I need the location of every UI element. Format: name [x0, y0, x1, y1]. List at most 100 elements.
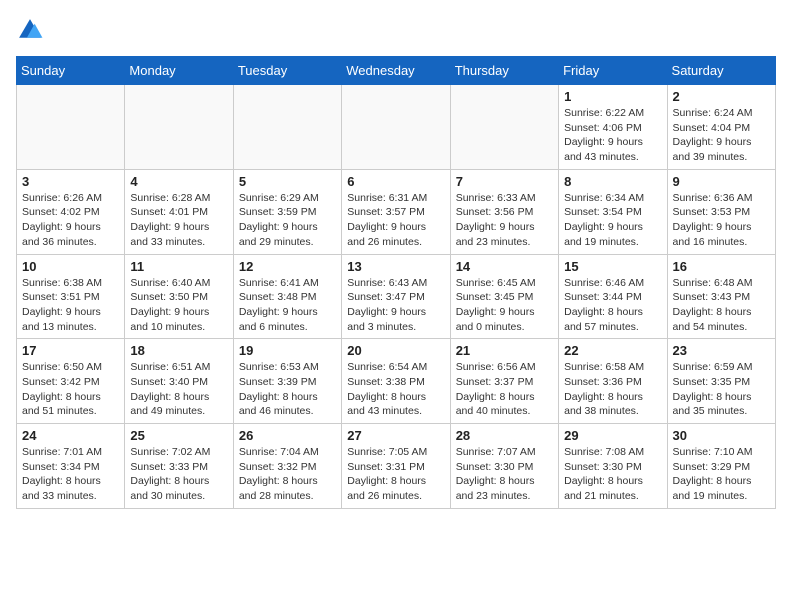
day-cell: 27 Sunrise: 7:05 AMSunset: 3:31 PMDayligh…: [342, 424, 450, 509]
day-cell: 20 Sunrise: 6:54 AMSunset: 3:38 PMDayligh…: [342, 339, 450, 424]
day-info: Sunrise: 6:53 AMSunset: 3:39 PMDaylight:…: [239, 360, 336, 419]
day-cell: 15Sunrise: 6:46 AMSunset: 3:44 PMDayligh…: [559, 254, 667, 339]
day-number: 30: [673, 428, 770, 443]
weekday-header-wednesday: Wednesday: [342, 57, 450, 85]
day-info: Sunrise: 7:10 AMSunset: 3:29 PMDaylight:…: [673, 445, 770, 504]
weekday-header-row: SundayMondayTuesdayWednesdayThursdayFrid…: [17, 57, 776, 85]
day-cell: [17, 85, 125, 170]
day-cell: 18 Sunrise: 6:51 AMSunset: 3:40 PMDayligh…: [125, 339, 233, 424]
day-info: Sunrise: 6:48 AMSunset: 3:43 PMDaylight:…: [673, 276, 770, 335]
weekday-header-sunday: Sunday: [17, 57, 125, 85]
day-cell: 14 Sunrise: 6:45 AMSunset: 3:45 PMDayligh…: [450, 254, 558, 339]
day-cell: [342, 85, 450, 170]
day-number: 23: [673, 343, 770, 358]
day-number: 5: [239, 174, 336, 189]
logo: [16, 16, 48, 44]
day-info: Sunrise: 6:43 AMSunset: 3:47 PMDaylight:…: [347, 276, 444, 335]
day-number: 16: [673, 259, 770, 274]
day-info: Sunrise: 6:41 AMSunset: 3:48 PMDaylight:…: [239, 276, 336, 335]
day-info: Sunrise: 6:38 AMSunset: 3:51 PMDaylight:…: [22, 276, 119, 335]
day-info: Sunrise: 6:33 AMSunset: 3:56 PMDaylight:…: [456, 191, 553, 250]
day-cell: 24 Sunrise: 7:01 AMSunset: 3:34 PMDayligh…: [17, 424, 125, 509]
day-cell: 16 Sunrise: 6:48 AMSunset: 3:43 PMDayligh…: [667, 254, 775, 339]
day-info: Sunrise: 6:36 AMSunset: 3:53 PMDaylight:…: [673, 191, 770, 250]
day-info: Sunrise: 7:07 AMSunset: 3:30 PMDaylight:…: [456, 445, 553, 504]
day-number: 1: [564, 89, 661, 104]
day-number: 24: [22, 428, 119, 443]
day-cell: 12 Sunrise: 6:41 AMSunset: 3:48 PMDayligh…: [233, 254, 341, 339]
day-info: Sunrise: 6:50 AMSunset: 3:42 PMDaylight:…: [22, 360, 119, 419]
day-cell: 9 Sunrise: 6:36 AMSunset: 3:53 PMDaylight…: [667, 169, 775, 254]
day-number: 12: [239, 259, 336, 274]
day-cell: [233, 85, 341, 170]
day-number: 4: [130, 174, 227, 189]
day-info: Sunrise: 6:45 AMSunset: 3:45 PMDaylight:…: [456, 276, 553, 335]
day-cell: 22 Sunrise: 6:58 AMSunset: 3:36 PMDayligh…: [559, 339, 667, 424]
day-cell: 25Sunrise: 7:02 AMSunset: 3:33 PMDayligh…: [125, 424, 233, 509]
day-cell: 13 Sunrise: 6:43 AMSunset: 3:47 PMDayligh…: [342, 254, 450, 339]
day-number: 19: [239, 343, 336, 358]
day-number: 27: [347, 428, 444, 443]
day-info: Sunrise: 6:34 AMSunset: 3:54 PMDaylight:…: [564, 191, 661, 250]
day-cell: 10Sunrise: 6:38 AMSunset: 3:51 PMDayligh…: [17, 254, 125, 339]
day-cell: 23 Sunrise: 6:59 AMSunset: 3:35 PMDayligh…: [667, 339, 775, 424]
day-cell: [450, 85, 558, 170]
day-number: 2: [673, 89, 770, 104]
day-info: Sunrise: 7:05 AMSunset: 3:31 PMDaylight:…: [347, 445, 444, 504]
day-number: 17: [22, 343, 119, 358]
day-number: 21: [456, 343, 553, 358]
day-number: 14: [456, 259, 553, 274]
calendar-table: SundayMondayTuesdayWednesdayThursdayFrid…: [16, 56, 776, 509]
day-info: Sunrise: 6:51 AMSunset: 3:40 PMDaylight:…: [130, 360, 227, 419]
day-info: Sunrise: 6:59 AMSunset: 3:35 PMDaylight:…: [673, 360, 770, 419]
day-cell: 30 Sunrise: 7:10 AMSunset: 3:29 PMDayligh…: [667, 424, 775, 509]
page-header: [16, 16, 776, 44]
day-number: 9: [673, 174, 770, 189]
week-row-2: 10Sunrise: 6:38 AMSunset: 3:51 PMDayligh…: [17, 254, 776, 339]
day-number: 8: [564, 174, 661, 189]
day-number: 28: [456, 428, 553, 443]
weekday-header-friday: Friday: [559, 57, 667, 85]
day-info: Sunrise: 6:56 AMSunset: 3:37 PMDaylight:…: [456, 360, 553, 419]
weekday-header-saturday: Saturday: [667, 57, 775, 85]
weekday-header-thursday: Thursday: [450, 57, 558, 85]
day-cell: 4 Sunrise: 6:28 AMSunset: 4:01 PMDaylight…: [125, 169, 233, 254]
week-row-0: 1 Sunrise: 6:22 AMSunset: 4:06 PMDaylight…: [17, 85, 776, 170]
day-info: Sunrise: 6:29 AMSunset: 3:59 PMDaylight:…: [239, 191, 336, 250]
weekday-header-tuesday: Tuesday: [233, 57, 341, 85]
day-info: Sunrise: 6:26 AMSunset: 4:02 PMDaylight:…: [22, 191, 119, 250]
day-info: Sunrise: 6:31 AMSunset: 3:57 PMDaylight:…: [347, 191, 444, 250]
day-cell: 5 Sunrise: 6:29 AMSunset: 3:59 PMDaylight…: [233, 169, 341, 254]
day-info: Sunrise: 6:22 AMSunset: 4:06 PMDaylight:…: [564, 106, 661, 165]
day-number: 6: [347, 174, 444, 189]
day-info: Sunrise: 7:04 AMSunset: 3:32 PMDaylight:…: [239, 445, 336, 504]
day-number: 20: [347, 343, 444, 358]
day-cell: 6 Sunrise: 6:31 AMSunset: 3:57 PMDaylight…: [342, 169, 450, 254]
day-info: Sunrise: 6:54 AMSunset: 3:38 PMDaylight:…: [347, 360, 444, 419]
day-info: Sunrise: 6:28 AMSunset: 4:01 PMDaylight:…: [130, 191, 227, 250]
day-cell: 28 Sunrise: 7:07 AMSunset: 3:30 PMDayligh…: [450, 424, 558, 509]
day-info: Sunrise: 7:08 AMSunset: 3:30 PMDaylight:…: [564, 445, 661, 504]
day-info: Sunrise: 7:02 AMSunset: 3:33 PMDaylight:…: [130, 445, 227, 504]
week-row-3: 17 Sunrise: 6:50 AMSunset: 3:42 PMDayligh…: [17, 339, 776, 424]
day-cell: 1 Sunrise: 6:22 AMSunset: 4:06 PMDaylight…: [559, 85, 667, 170]
day-cell: 17 Sunrise: 6:50 AMSunset: 3:42 PMDayligh…: [17, 339, 125, 424]
day-number: 7: [456, 174, 553, 189]
day-cell: 21 Sunrise: 6:56 AMSunset: 3:37 PMDayligh…: [450, 339, 558, 424]
day-cell: 11Sunrise: 6:40 AMSunset: 3:50 PMDayligh…: [125, 254, 233, 339]
day-info: Sunrise: 6:46 AMSunset: 3:44 PMDaylight:…: [564, 276, 661, 335]
day-info: Sunrise: 6:40 AMSunset: 3:50 PMDaylight:…: [130, 276, 227, 335]
day-number: 13: [347, 259, 444, 274]
day-cell: 2 Sunrise: 6:24 AMSunset: 4:04 PMDaylight…: [667, 85, 775, 170]
day-info: Sunrise: 7:01 AMSunset: 3:34 PMDaylight:…: [22, 445, 119, 504]
logo-icon: [16, 16, 44, 44]
day-info: Sunrise: 6:24 AMSunset: 4:04 PMDaylight:…: [673, 106, 770, 165]
day-info: Sunrise: 6:58 AMSunset: 3:36 PMDaylight:…: [564, 360, 661, 419]
day-cell: 29Sunrise: 7:08 AMSunset: 3:30 PMDayligh…: [559, 424, 667, 509]
weekday-header-monday: Monday: [125, 57, 233, 85]
day-number: 18: [130, 343, 227, 358]
week-row-1: 3Sunrise: 6:26 AMSunset: 4:02 PMDaylight…: [17, 169, 776, 254]
day-number: 22: [564, 343, 661, 358]
week-row-4: 24 Sunrise: 7:01 AMSunset: 3:34 PMDayligh…: [17, 424, 776, 509]
day-cell: 19 Sunrise: 6:53 AMSunset: 3:39 PMDayligh…: [233, 339, 341, 424]
